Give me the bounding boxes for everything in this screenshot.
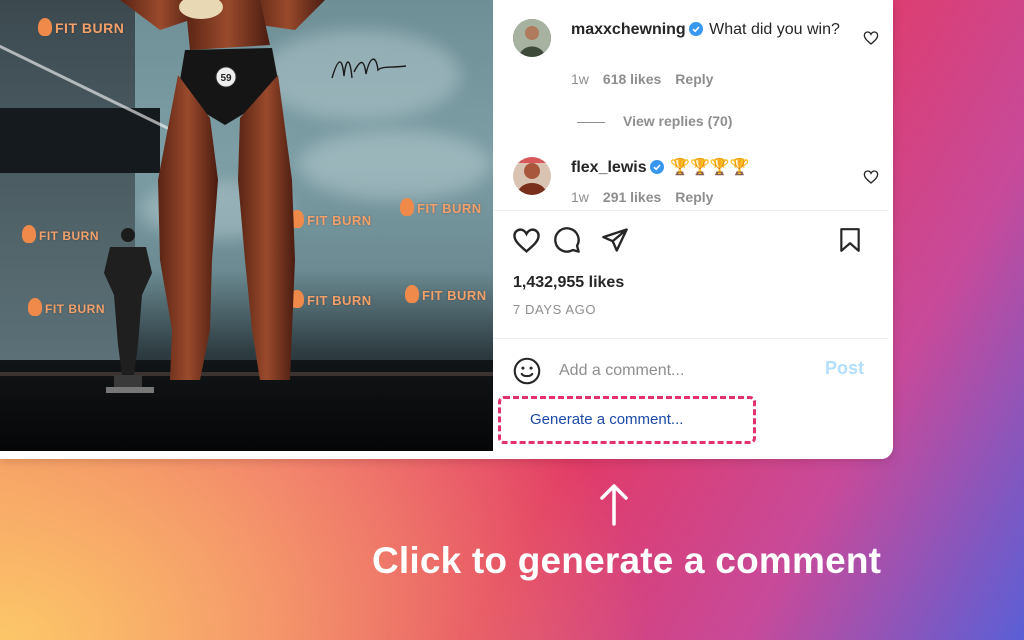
svg-text:59: 59	[220, 73, 232, 84]
add-comment-input[interactable]	[559, 358, 799, 384]
avatar-image	[513, 157, 551, 195]
section-divider	[493, 338, 888, 339]
verified-badge-icon	[649, 160, 664, 174]
verified-badge-icon	[688, 22, 703, 36]
reply-button[interactable]: Reply	[675, 189, 713, 205]
arrow-up-icon	[600, 484, 628, 526]
comment-likes[interactable]: 291 likes	[603, 189, 661, 205]
comment-time[interactable]: 1w	[571, 71, 589, 87]
post-sidebar: maxxchewning What did you win? 1w 618 lik…	[493, 0, 888, 459]
comment-item: flex_lewis 🏆🏆🏆🏆 1w 291 likes Reply	[513, 157, 883, 217]
replies-line	[577, 121, 605, 123]
comment-username[interactable]: flex_lewis	[571, 159, 647, 176]
post-timestamp[interactable]: 7 DAYS AGO	[513, 302, 596, 317]
comment-text: What did you win?	[709, 21, 840, 38]
emoji-icon[interactable]	[513, 357, 541, 385]
sponsor-logo: FIT BURN	[28, 298, 105, 316]
comment-likes[interactable]: 618 likes	[603, 71, 661, 87]
callout-caption: Click to generate a comment	[372, 540, 882, 581]
section-divider	[493, 210, 888, 211]
reply-button[interactable]: Reply	[675, 71, 713, 87]
post-likes-count[interactable]: 1,432,955 likes	[513, 274, 624, 292]
comment-item: maxxchewning What did you win? 1w 618 lik…	[513, 19, 883, 99]
view-replies-link[interactable]: View replies (70)	[577, 113, 732, 129]
share-icon[interactable]	[601, 226, 629, 254]
comment-text-block: maxxchewning What did you win?	[571, 19, 841, 40]
like-comment-heart-icon[interactable]	[863, 169, 879, 185]
comment-text-block: flex_lewis 🏆🏆🏆🏆	[571, 157, 841, 178]
comment-icon[interactable]	[553, 226, 581, 254]
comment-meta: 1w 618 likes Reply	[571, 71, 727, 87]
sponsor-logo: FIT BURN	[400, 198, 482, 216]
comment-time[interactable]: 1w	[571, 189, 589, 205]
avatar-image	[513, 19, 551, 57]
avatar[interactable]	[513, 19, 551, 57]
comment-username[interactable]: maxxchewning	[571, 21, 686, 38]
generate-comment-button[interactable]: Generate a comment...	[530, 411, 683, 428]
comment-text: 🏆🏆🏆🏆	[670, 159, 750, 176]
comment-meta: 1w 291 likes Reply	[571, 189, 727, 205]
bookmark-icon[interactable]	[837, 226, 863, 254]
instagram-post-card: FIT BURN FIT BURN FIT BURN FIT BURN FIT …	[0, 0, 893, 459]
trophy-statue	[104, 228, 154, 393]
heart-icon[interactable]	[512, 226, 541, 255]
post-comment-button[interactable]: Post	[825, 358, 864, 379]
sponsor-logo: FIT BURN	[22, 225, 99, 243]
post-action-bar	[512, 226, 872, 256]
sponsor-logo: FIT BURN	[405, 285, 487, 303]
post-photo[interactable]: FIT BURN FIT BURN FIT BURN FIT BURN FIT …	[0, 0, 493, 451]
avatar[interactable]	[513, 157, 551, 195]
view-replies-label: View replies (70)	[623, 113, 733, 129]
like-comment-heart-icon[interactable]	[863, 30, 879, 46]
